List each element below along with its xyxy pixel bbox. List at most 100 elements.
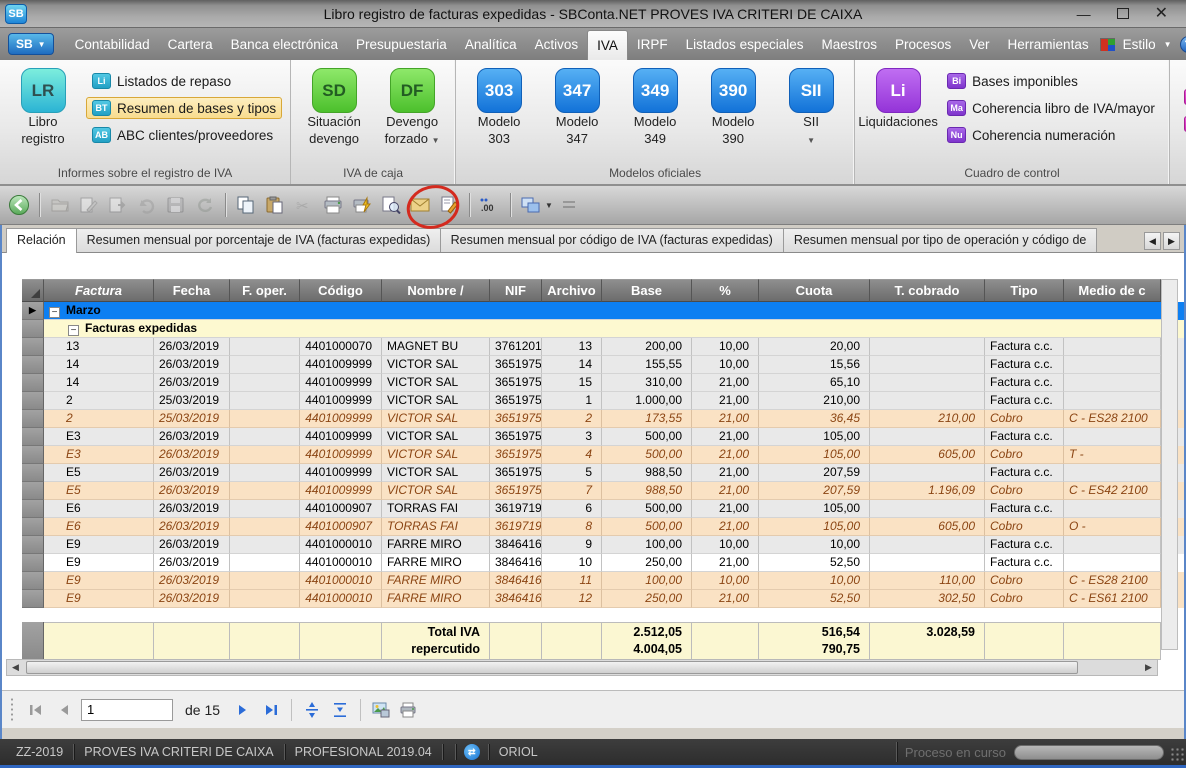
horizontal-scrollbar[interactable]: ◀ ▶ <box>6 659 1158 676</box>
export-record-icon[interactable] <box>105 192 131 218</box>
ribbon-item-ti[interactable]: TITipos de IVA <box>1178 86 1186 108</box>
grid-cell[interactable]: E3 <box>44 428 154 446</box>
ribbon-button-sii[interactable]: SIISII▼ <box>776 66 846 149</box>
grid-cell[interactable]: O - <box>1064 518 1161 536</box>
grid-cell[interactable] <box>1064 374 1161 392</box>
table-row[interactable]: 1426/03/20194401009999VICTOR SAL36519758… <box>22 374 1184 392</box>
table-row[interactable]: 1326/03/20194401000070MAGNET BU376120161… <box>22 338 1184 356</box>
tab-scroll-right-icon[interactable]: ▶ <box>1163 232 1180 250</box>
collapse-icon[interactable]: − <box>49 307 60 318</box>
grid-cell[interactable]: 26/03/2019 <box>154 338 230 356</box>
column-header-fecha[interactable]: Fecha <box>154 279 230 302</box>
row-indicator[interactable]: ▶ <box>22 302 44 320</box>
grid-cell[interactable]: 13 <box>542 338 602 356</box>
grid-cell[interactable]: Factura c.c. <box>985 356 1064 374</box>
ribbon-item-ma[interactable]: MaCoherencia libro de IVA/mayor <box>941 97 1161 119</box>
grid-cell[interactable]: 36519758 <box>490 392 542 410</box>
email-icon[interactable] <box>407 192 433 218</box>
grid-cell[interactable]: MAGNET BU <box>382 338 490 356</box>
grid-cell[interactable] <box>230 554 300 572</box>
grid-cell[interactable]: 4401000070 <box>300 338 382 356</box>
grid-cell[interactable] <box>870 500 985 518</box>
menu-item-listados-especiales[interactable]: Listados especiales <box>677 31 813 58</box>
grid-cell[interactable]: 4401009999 <box>300 428 382 446</box>
previous-page-button[interactable] <box>53 699 75 721</box>
row-indicator[interactable] <box>22 464 44 482</box>
save-icon[interactable] <box>163 192 189 218</box>
grid-cell[interactable]: C - ES28 2100 <box>1064 410 1161 428</box>
grid-cell[interactable]: 26/03/2019 <box>154 374 230 392</box>
grid-cell[interactable]: 21,00 <box>692 518 759 536</box>
grid-cell[interactable]: 100,00 <box>602 536 692 554</box>
ribbon-item-nu[interactable]: NuCoherencia numeración <box>941 124 1161 146</box>
ribbon-button-349[interactable]: 349Modelo349 <box>620 66 690 147</box>
grid-cell[interactable]: 26/03/2019 <box>154 428 230 446</box>
grid-cell[interactable]: Factura c.c. <box>985 374 1064 392</box>
grid-cell[interactable]: 10,00 <box>692 536 759 554</box>
group-row-month[interactable]: ▶−Marzo <box>22 302 1184 320</box>
grid-cell[interactable]: TORRAS FAI <box>382 500 490 518</box>
grid-cell[interactable]: 250,00 <box>602 590 692 608</box>
grid-cell[interactable]: 11 <box>542 572 602 590</box>
grid-cell[interactable]: VICTOR SAL <box>382 410 490 428</box>
grid-cell[interactable]: 10,00 <box>692 572 759 590</box>
column-header-tipo[interactable]: Tipo <box>985 279 1064 302</box>
grid-cell[interactable]: 100,00 <box>602 572 692 590</box>
grid-cell[interactable] <box>230 500 300 518</box>
grid-cell[interactable]: 26/03/2019 <box>154 446 230 464</box>
table-row[interactable]: E326/03/20194401009999VICTOR SAL36519758… <box>22 446 1184 464</box>
grid-cell[interactable]: 207,59 <box>759 464 870 482</box>
grid-cell[interactable] <box>230 590 300 608</box>
grid-cell[interactable]: 4401000010 <box>300 536 382 554</box>
grid-cell[interactable]: 15,56 <box>759 356 870 374</box>
group-row-type[interactable]: −Facturas expedidas <box>22 320 1184 338</box>
grid-cell[interactable]: 2 <box>44 410 154 428</box>
grid-cell[interactable]: 4401009999 <box>300 446 382 464</box>
grid-cell[interactable]: 15 <box>542 374 602 392</box>
row-indicator[interactable] <box>22 392 44 410</box>
grid-cell[interactable]: 21,00 <box>692 464 759 482</box>
grid-cell[interactable]: 988,50 <box>602 464 692 482</box>
grid-cell[interactable]: 500,00 <box>602 518 692 536</box>
collapse-icon[interactable]: − <box>68 325 79 336</box>
table-row[interactable]: 225/03/20194401009999VICTOR SAL365197581… <box>22 392 1184 410</box>
grid-cell[interactable] <box>870 392 985 410</box>
drag-handle[interactable] <box>10 697 15 723</box>
grid-cell[interactable]: VICTOR SAL <box>382 446 490 464</box>
grid-cell[interactable]: 14 <box>44 356 154 374</box>
column-header-nombre-[interactable]: Nombre / <box>382 279 490 302</box>
grid-cell[interactable]: 21,00 <box>692 482 759 500</box>
grid-cell[interactable]: 6 <box>542 500 602 518</box>
grid-cell[interactable] <box>870 554 985 572</box>
row-indicator[interactable] <box>22 410 44 428</box>
grid-cell[interactable]: 26/03/2019 <box>154 518 230 536</box>
row-indicator[interactable] <box>22 572 44 590</box>
grid-cell[interactable]: 21,00 <box>692 392 759 410</box>
grid-cell[interactable]: VICTOR SAL <box>382 428 490 446</box>
ribbon-button-303[interactable]: 303Modelo303 <box>464 66 534 147</box>
ribbon-item-ab[interactable]: ABABC clientes/proveedores <box>86 124 282 146</box>
grid-cell[interactable]: Factura c.c. <box>985 536 1064 554</box>
grid-cell[interactable]: 4401009999 <box>300 482 382 500</box>
help-icon[interactable]: ? <box>1180 36 1186 53</box>
grid-cell[interactable]: Factura c.c. <box>985 392 1064 410</box>
grid-cell[interactable] <box>230 428 300 446</box>
tab-3[interactable]: Resumen mensual por tipo de operación y … <box>783 228 1098 252</box>
grid-cell[interactable]: E9 <box>44 572 154 590</box>
grid-cell[interactable] <box>1064 554 1161 572</box>
group-month-cell[interactable]: −Marzo <box>44 302 1161 320</box>
close-button[interactable]: ✕ <box>1155 7 1168 21</box>
grid-cell[interactable]: C - ES42 2100 <box>1064 482 1161 500</box>
menu-item-maestros[interactable]: Maestros <box>812 31 886 58</box>
grid-cell[interactable]: 2 <box>44 392 154 410</box>
grid-cell[interactable]: E5 <box>44 464 154 482</box>
grid-cell[interactable]: 26/03/2019 <box>154 464 230 482</box>
grid-cell[interactable]: 605,00 <box>870 518 985 536</box>
grid-cell[interactable]: VICTOR SAL <box>382 392 490 410</box>
grid-cell[interactable]: C - ES28 2100 <box>1064 572 1161 590</box>
grid-cell[interactable]: 210,00 <box>759 392 870 410</box>
menu-item-irpf[interactable]: IRPF <box>628 31 677 58</box>
grid-cell[interactable]: FARRE MIRO <box>382 554 490 572</box>
table-row[interactable]: 225/03/20194401009999VICTOR SAL365197582… <box>22 410 1184 428</box>
grid-cell[interactable] <box>230 536 300 554</box>
